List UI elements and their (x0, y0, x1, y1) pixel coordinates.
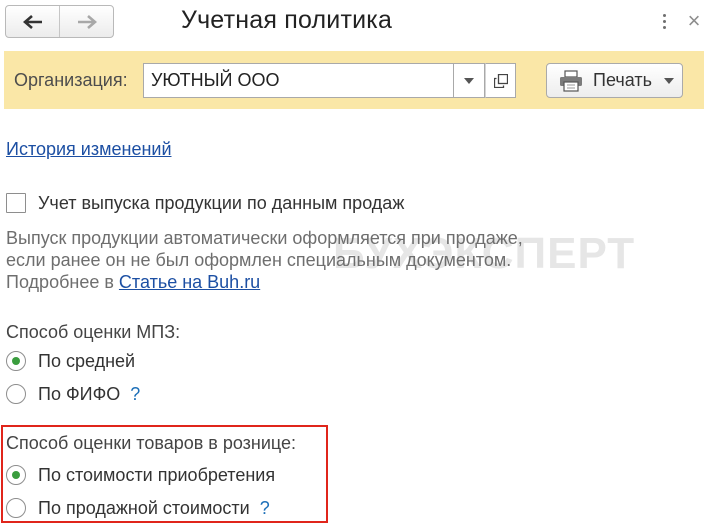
radio-button[interactable] (6, 351, 26, 371)
radio-label: По ФИФО (38, 383, 121, 404)
mpz-option-average[interactable]: По средней (6, 350, 135, 372)
organization-toolbar: Организация: УЮТНЫЙ ООО Печать (4, 51, 704, 109)
production-by-sales-checkbox[interactable] (6, 193, 26, 213)
note-line: Подробнее в Статье на Buh.ru (6, 272, 260, 293)
print-button-label: Печать (593, 70, 652, 90)
kebab-menu-icon[interactable] (656, 10, 672, 32)
organization-label: Организация: (14, 70, 128, 90)
mpz-option-fifo[interactable]: По ФИФО ? (6, 383, 140, 405)
help-icon[interactable]: ? (130, 384, 140, 405)
production-by-sales-label: Учет выпуска продукции по данным продаж (38, 192, 405, 213)
mpz-method-label: Способ оценки МПЗ: (6, 322, 181, 342)
radio-button[interactable] (6, 465, 26, 485)
window-title: Учетная политика (181, 6, 393, 34)
note-line: Выпуск продукции автоматически оформляет… (6, 228, 523, 248)
retail-option-purchase-cost[interactable]: По стоимости приобретения (6, 464, 275, 486)
close-icon[interactable]: × (684, 10, 704, 32)
open-window-icon (493, 73, 508, 88)
organization-open-button[interactable] (485, 63, 516, 98)
organization-field[interactable]: УЮТНЫЙ ООО (143, 63, 454, 98)
note-line: если ранее он не был оформлен специальны… (6, 250, 512, 270)
radio-label: По стоимости приобретения (38, 464, 276, 485)
buh-article-link[interactable]: Статье на Buh.ru (119, 272, 260, 292)
chevron-down-icon (663, 77, 674, 84)
radio-label: По продажной стоимости (38, 497, 250, 518)
organization-value: УЮТНЫЙ ООО (151, 70, 280, 90)
retail-option-sale-price[interactable]: По продажной стоимости ? (6, 497, 270, 519)
organization-dropdown-button[interactable] (454, 63, 485, 98)
radio-button[interactable] (6, 498, 26, 518)
radio-label: По средней (38, 350, 136, 371)
back-button[interactable] (6, 6, 59, 37)
chevron-down-icon (464, 77, 474, 84)
radio-button[interactable] (6, 384, 26, 404)
forward-button[interactable] (59, 6, 113, 37)
print-button[interactable]: Печать (546, 63, 683, 98)
help-icon[interactable]: ? (260, 498, 270, 519)
note-prefix: Подробнее в (6, 272, 119, 292)
printer-icon (560, 69, 582, 92)
arrow-left-icon (22, 14, 42, 29)
production-by-sales-option[interactable]: Учет выпуска продукции по данным продаж (6, 192, 404, 214)
arrow-right-icon (77, 14, 97, 29)
retail-method-label: Способ оценки товаров в рознице: (6, 433, 297, 453)
title-bar: Учетная политика × (0, 0, 707, 44)
navigation-buttons (5, 5, 114, 38)
history-link[interactable]: История изменений (6, 139, 172, 160)
